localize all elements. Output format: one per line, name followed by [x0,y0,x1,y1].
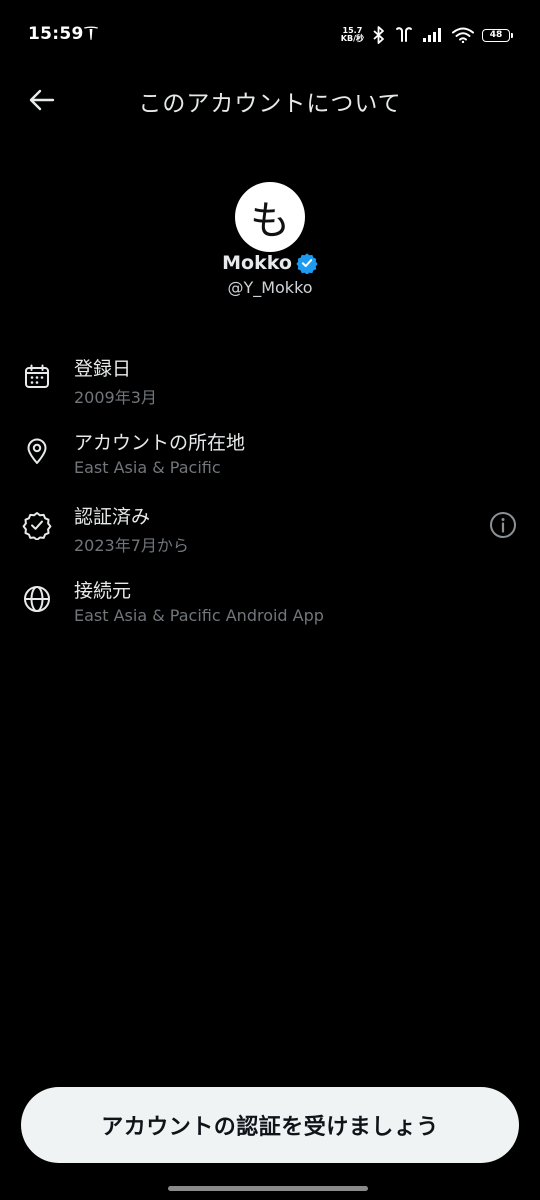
avatar[interactable]: も [235,182,305,252]
page-title: このアカウントについて [138,91,402,117]
cellular-signal-icon [423,28,441,42]
info-subtitle: East Asia & Pacific [74,458,221,477]
info-item-location: アカウントの所在地 East Asia & Pacific [0,424,540,498]
user-handle: @Y_Mokko [227,278,313,297]
info-item-verified: 認証済み 2023年7月から [0,498,540,572]
info-item-connected-via: 接続元 East Asia & Pacific Android App [0,572,540,646]
info-subtitle: East Asia & Pacific Android App [74,606,324,625]
display-name: Mokko [222,252,292,274]
home-indicator[interactable] [168,1186,368,1191]
verified-badge-outline-icon [22,512,52,540]
status-bar: 15:59 15.7 KB/秒 48 [0,0,540,70]
info-title: 登録日 [74,358,132,380]
about-account-screen: 15:59 15.7 KB/秒 48 このアカウントについて も Mokko @… [0,0,540,1200]
location-pin-icon [27,438,47,464]
info-title: 接続元 [74,580,132,602]
account-info-list: 登録日 2009年3月 アカウントの所在地 East Asia & Pacifi… [0,350,540,646]
info-subtitle: 2009年3月 [74,388,157,407]
tesla-icon [84,26,98,40]
calendar-icon [25,364,49,388]
status-icons: 15.7 KB/秒 48 [340,24,513,46]
info-icon[interactable] [488,510,518,540]
bluetooth-icon [373,26,384,44]
verified-badge-icon [296,253,318,274]
info-subtitle: 2023年7月から [74,536,189,555]
get-verified-button[interactable]: アカウントの認証を受けましょう [21,1087,519,1163]
network-speed: 15.7 KB/秒 [340,26,364,43]
info-title: 認証済み [74,506,151,528]
battery-icon: 48 [482,28,513,42]
globe-icon [24,586,50,612]
earbuds-icon [396,27,412,42]
top-bar: このアカウントについて [0,70,540,126]
status-time: 15:59 [28,24,84,44]
display-name-row: Mokko [0,252,540,274]
info-title: アカウントの所在地 [74,432,246,454]
wifi-icon [452,27,474,43]
info-item-joined: 登録日 2009年3月 [0,350,540,424]
